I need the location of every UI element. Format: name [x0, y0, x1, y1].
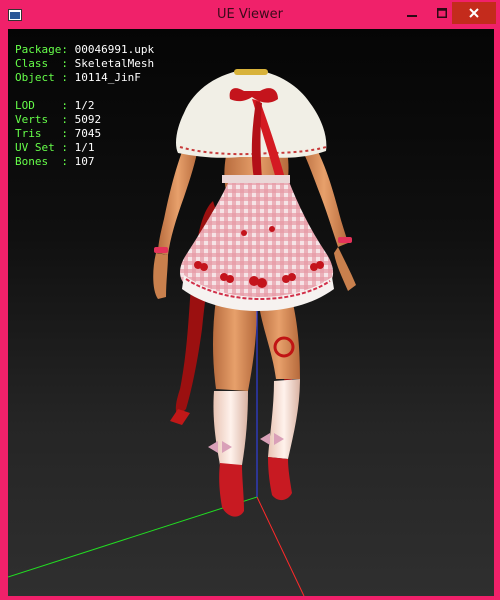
- info-class: Class : SkeletalMesh: [15, 57, 154, 71]
- left-hand: [153, 253, 168, 299]
- info-object: Object : 10114_JinF: [15, 71, 154, 85]
- info-value: SkeletalMesh: [74, 57, 155, 70]
- waist-band: [222, 175, 290, 183]
- maximize-icon: [437, 8, 447, 18]
- 3d-viewport[interactable]: Package: 00046991.upk Class : SkeletalMe…: [8, 29, 494, 596]
- info-label: Class :: [15, 57, 68, 70]
- info-value: 5092: [74, 113, 102, 126]
- axis-x-line: [256, 496, 305, 596]
- info-value: 10114_JinF: [74, 71, 141, 84]
- info-value: 107: [74, 155, 95, 168]
- title-bar[interactable]: UE Viewer: [2, 2, 498, 29]
- back-sash-end: [170, 409, 190, 425]
- info-package: Package: 00046991.upk: [15, 43, 154, 57]
- close-button[interactable]: [452, 2, 496, 24]
- capelet: [176, 69, 327, 158]
- info-tris: Tris : 7045: [15, 127, 154, 141]
- info-label: Tris :: [15, 127, 68, 140]
- necklace: [234, 69, 268, 75]
- close-icon: [469, 8, 479, 18]
- info-value: 7045: [74, 127, 102, 140]
- right-sock: [268, 379, 300, 459]
- left-sock: [213, 391, 248, 465]
- left-bracelet: [154, 247, 168, 253]
- info-label: Object :: [15, 71, 68, 84]
- info-label: Package:: [15, 43, 68, 56]
- info-value: 1/1: [74, 141, 95, 154]
- axis-y-line: [8, 496, 258, 578]
- left-shoe: [219, 463, 244, 517]
- mesh-info-panel: Package: 00046991.upk Class : SkeletalMe…: [15, 43, 154, 169]
- info-bones: Bones : 107: [15, 155, 154, 169]
- info-label: LOD :: [15, 99, 68, 112]
- minimize-icon: [407, 15, 417, 17]
- info-uvset: UV Set : 1/1: [15, 141, 154, 155]
- info-label: Verts :: [15, 113, 68, 126]
- minimize-button[interactable]: [398, 2, 426, 24]
- left-thigh: [213, 299, 257, 391]
- right-hand: [334, 247, 356, 291]
- app-window: UE Viewer Package: 00046991.upk Class: …: [0, 0, 500, 600]
- info-value: 1/2: [74, 99, 95, 112]
- right-bracelet: [338, 237, 352, 243]
- info-label: UV Set :: [15, 141, 68, 154]
- info-label: Bones :: [15, 155, 68, 168]
- info-value: 00046991.upk: [74, 43, 155, 56]
- info-verts: Verts : 5092: [15, 113, 154, 127]
- right-shoe: [268, 457, 292, 501]
- info-lod: LOD : 1/2: [15, 99, 154, 113]
